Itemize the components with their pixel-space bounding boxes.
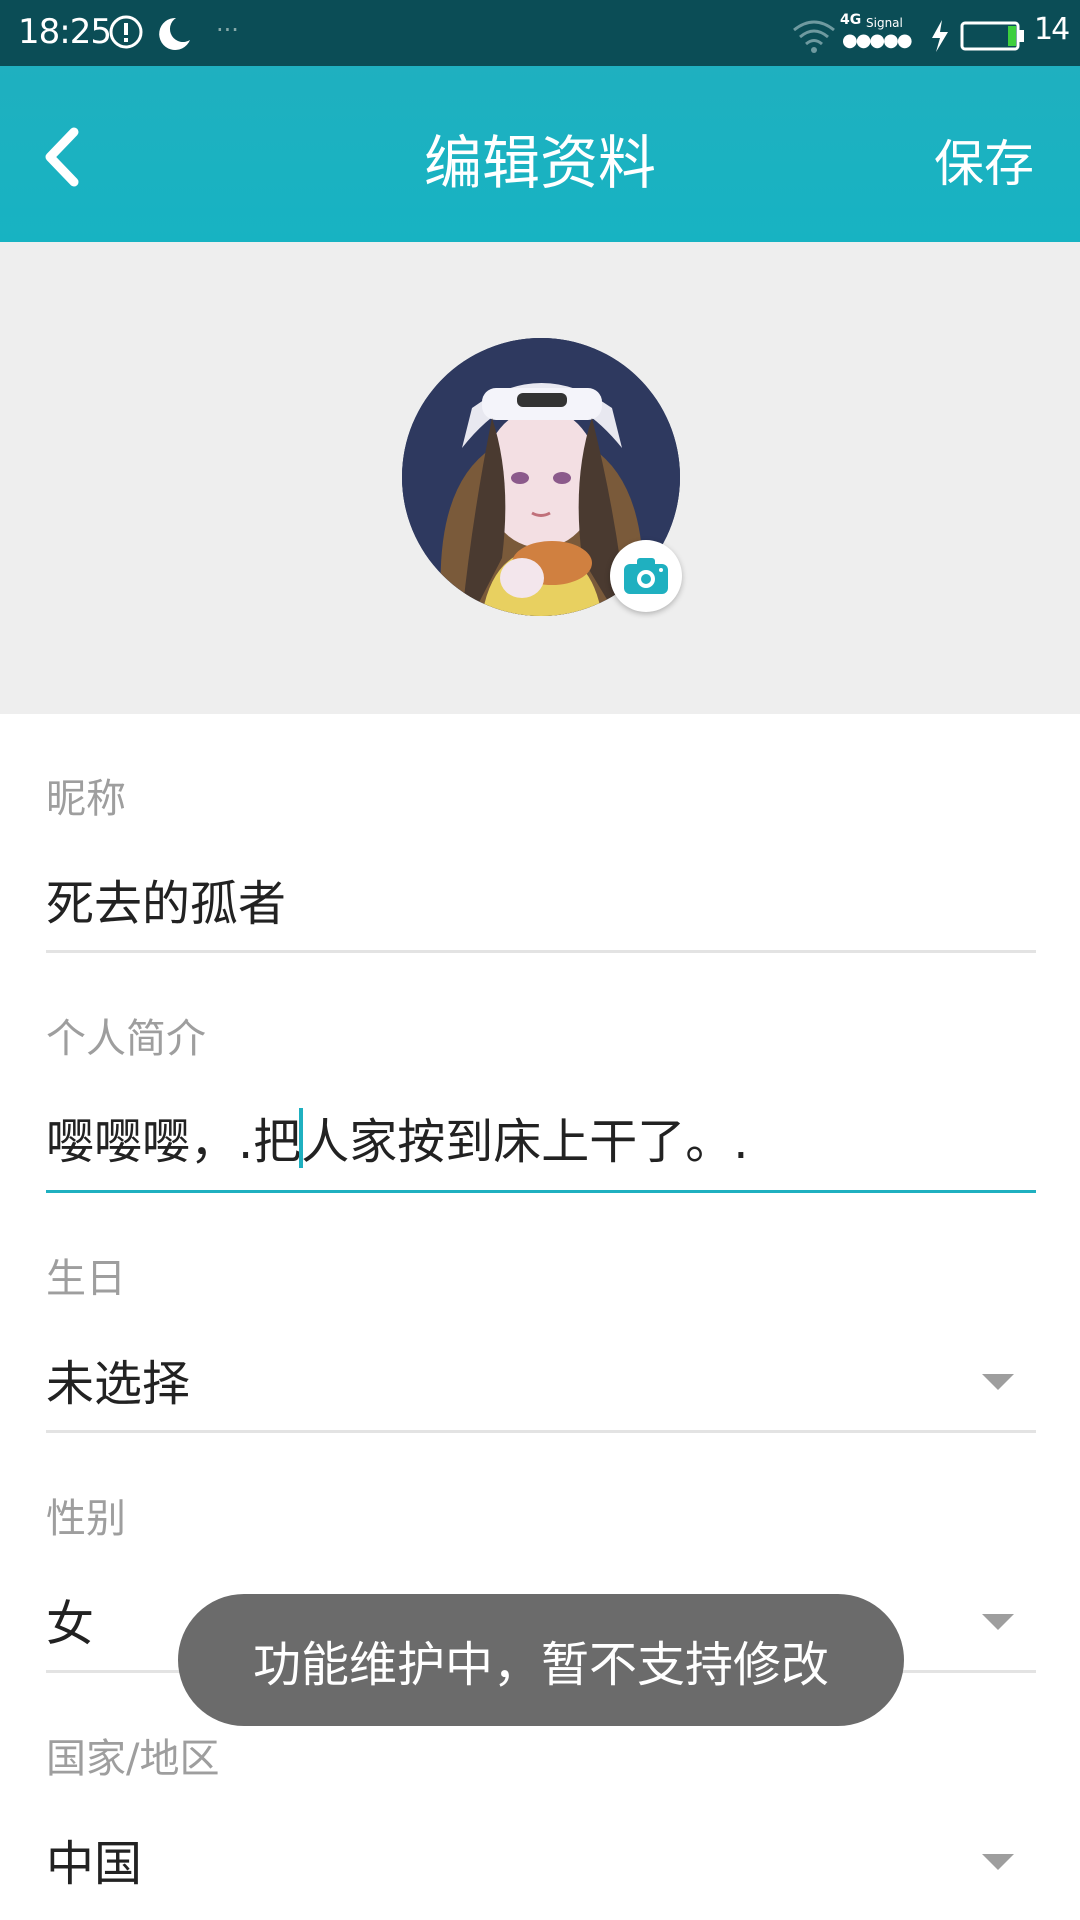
wifi-icon — [793, 20, 835, 53]
bio-input[interactable]: 嘤嘤嘤，.把人家按到床上干了。. — [46, 1102, 749, 1172]
nickname-label: 昵称 — [46, 776, 126, 822]
bio-label: 个人简介 — [46, 1016, 206, 1062]
nickname-input[interactable]: 死去的孤者 — [46, 864, 286, 934]
signal-strength-icon: ●●●●● — [842, 30, 913, 51]
alert-icon — [109, 15, 143, 49]
birthday-label: 生日 — [46, 1256, 126, 1302]
battery-level: 14 — [1034, 12, 1070, 47]
page-title: 编辑资料 — [423, 129, 656, 197]
chevron-down-icon[interactable] — [982, 1854, 1014, 1870]
birthday-underline — [46, 1430, 1036, 1433]
bio-text-after-cursor: 人家按到床上干了。. — [301, 1114, 749, 1170]
change-avatar-button[interactable] — [610, 540, 682, 612]
camera-icon — [624, 558, 668, 594]
nickname-underline — [46, 950, 1036, 953]
bio-text-before-cursor: 嘤嘤嘤，.把 — [46, 1114, 302, 1170]
bio-underline-active — [46, 1190, 1036, 1193]
moon-icon — [159, 17, 190, 50]
gender-select[interactable]: 女 — [46, 1584, 94, 1654]
chevron-down-icon[interactable] — [982, 1614, 1014, 1630]
save-button[interactable]: 保存 — [934, 124, 1034, 196]
status-bar: 18:25 ··· 4G Signal ●●●●● 14 — [0, 0, 1080, 66]
edit-profile-screen: 18:25 ··· 4G Signal ●●●●● 14 编辑资料 保存 昵称 … — [0, 0, 1080, 1920]
status-time: 18:25 — [18, 12, 112, 52]
avatar-area — [0, 242, 1080, 714]
battery-icon — [960, 21, 1024, 51]
signal-label: Signal — [866, 16, 903, 30]
gender-label: 性别 — [46, 1496, 126, 1542]
charging-bolt-icon — [932, 20, 948, 52]
toast-message: 功能维护中，暂不支持修改 — [178, 1594, 904, 1726]
region-select[interactable]: 中国 — [46, 1824, 142, 1894]
app-header: 编辑资料 保存 — [0, 66, 1080, 242]
birthday-select[interactable]: 未选择 — [46, 1344, 190, 1414]
status-more-dots: ··· — [216, 16, 239, 44]
region-label: 国家/地区 — [46, 1736, 220, 1782]
network-type: 4G — [840, 12, 862, 28]
chevron-down-icon[interactable] — [982, 1374, 1014, 1390]
